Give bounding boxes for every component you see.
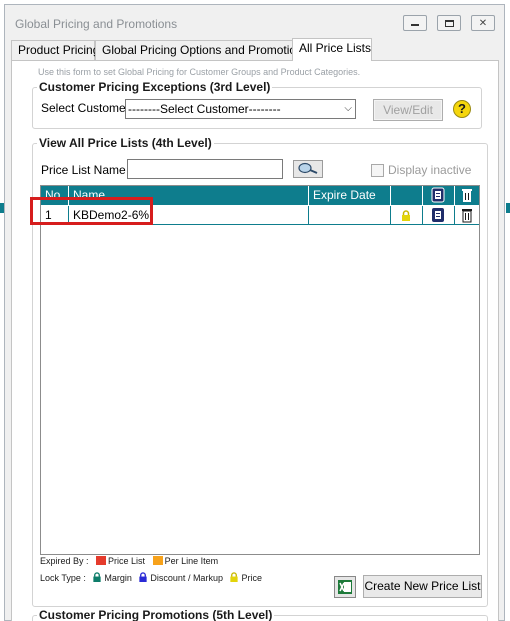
row-lock: [391, 206, 423, 225]
price-list-name-label: Price List Name: [41, 163, 126, 177]
lock-type-legend: Lock Type : Margin Discount / Markup Pri…: [40, 572, 262, 583]
lock-green-icon: [93, 572, 102, 582]
trash-icon: [462, 189, 472, 202]
customer-exceptions-title: Customer Pricing Exceptions (3rd Level): [37, 80, 273, 94]
edit-icon: [431, 187, 445, 203]
promotions-title: Customer Pricing Promotions (5th Level): [37, 608, 275, 621]
highlight-annotation: [30, 197, 153, 225]
select-customer-label: Select Customer: [41, 101, 130, 115]
view-edit-button[interactable]: View/Edit: [373, 99, 443, 121]
tab-all-price-lists[interactable]: All Price Lists: [292, 38, 372, 61]
price-list-legend-label: Price List: [108, 556, 146, 566]
customer-exceptions-group: Customer Pricing Exceptions (3rd Level) …: [32, 80, 482, 129]
margin-legend-label: Margin: [104, 573, 132, 583]
search-icon: [298, 162, 318, 174]
close-button[interactable]: ✕: [471, 15, 495, 31]
lock-type-label: Lock Type :: [40, 573, 86, 583]
expired-by-legend: Expired By : Price List Per Line Item: [40, 556, 218, 566]
chevron-down-icon: ⌵: [344, 103, 352, 114]
discount-markup-legend-label: Discount / Markup: [150, 573, 223, 583]
select-customer-value: --------Select Customer--------: [128, 102, 281, 116]
lock-blue-icon: [139, 572, 148, 582]
search-button[interactable]: [293, 160, 323, 178]
tab-product-pricing[interactable]: Product Pricing: [11, 40, 99, 60]
pricing-window: Global Pricing and Promotions ✕ Product …: [4, 4, 505, 621]
expired-by-label: Expired By :: [40, 556, 89, 566]
row-delete[interactable]: [455, 206, 481, 225]
form-hint: Use this form to set Global Pricing for …: [38, 67, 361, 77]
promotions-group: Customer Pricing Promotions (5th Level): [32, 608, 488, 621]
export-excel-button[interactable]: [334, 576, 356, 598]
display-inactive-label: Display inactive: [388, 163, 472, 177]
column-header-lock: [391, 186, 423, 205]
close-icon: ✕: [478, 17, 488, 29]
per-line-item-legend-label: Per Line Item: [164, 556, 219, 566]
excel-icon: [338, 580, 352, 594]
select-customer-dropdown[interactable]: --------Select Customer-------- ⌵: [125, 99, 356, 119]
maximize-icon: [444, 19, 454, 27]
minimize-icon: [411, 24, 419, 26]
background-teal-mark-right: [506, 203, 510, 213]
column-header-expire-date[interactable]: Expire Date: [309, 186, 391, 205]
price-list-swatch: [96, 556, 107, 565]
price-lists-title: View All Price Lists (4th Level): [37, 136, 214, 150]
trash-icon: [462, 209, 472, 223]
display-inactive-checkbox[interactable]: [371, 164, 384, 177]
window-title: Global Pricing and Promotions: [15, 17, 178, 31]
price-list-name-input[interactable]: [127, 159, 283, 179]
price-legend-label: Price: [241, 573, 262, 583]
minimize-button[interactable]: [403, 15, 427, 31]
price-list-grid: No Name Expire Date 1 KBDemo2-6%: [40, 185, 480, 555]
lock-yellow-icon: [230, 572, 239, 582]
column-header-delete: [455, 186, 481, 205]
column-header-edit: [423, 186, 455, 205]
edit-icon: [432, 208, 444, 222]
title-bar[interactable]: Global Pricing and Promotions ✕: [5, 5, 504, 39]
all-price-lists-panel: Use this form to set Global Pricing for …: [11, 60, 499, 621]
help-icon[interactable]: ?: [453, 100, 471, 118]
maximize-button[interactable]: [437, 15, 461, 31]
row-expire-date: [309, 206, 391, 225]
tab-global-pricing-options[interactable]: Global Pricing Options and Promotions: [95, 40, 309, 60]
row-edit[interactable]: [423, 206, 455, 225]
create-new-price-list-button[interactable]: Create New Price List: [363, 575, 482, 598]
lock-yellow-icon: [402, 210, 410, 221]
per-line-item-swatch: [152, 556, 163, 565]
